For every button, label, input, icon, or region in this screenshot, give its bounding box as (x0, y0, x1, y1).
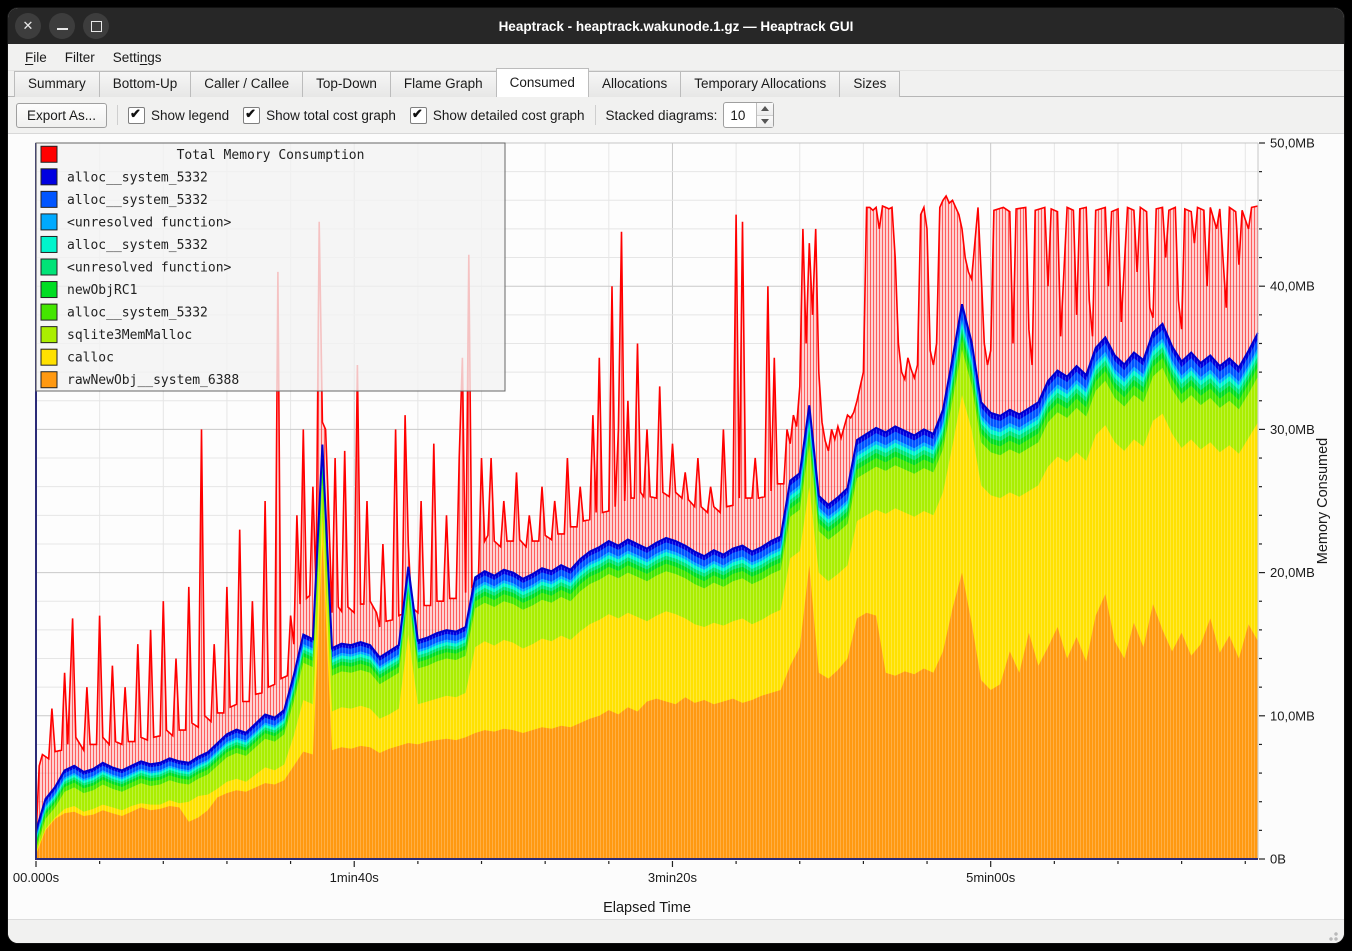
tab-sizes[interactable]: Sizes (839, 71, 900, 97)
checkbox-show-legend[interactable]: Show legend (128, 107, 229, 124)
tab-bar: SummaryBottom-UpCaller / CalleeTop-DownF… (8, 71, 1344, 97)
menu-bar: FileFilterSettings (8, 44, 1344, 71)
legend-swatch (41, 191, 57, 207)
tab-caller-callee[interactable]: Caller / Callee (190, 71, 303, 97)
y-tick-label: 0B (1270, 852, 1286, 867)
menu-item-filter[interactable]: Filter (56, 47, 104, 68)
close-icon: ✕ (23, 18, 34, 34)
legend-label: Total Memory Consumption (177, 148, 365, 163)
x-tick-label: 3min20s (648, 870, 698, 885)
legend-label: alloc__system_5332 (67, 306, 208, 321)
spin-down-button[interactable] (757, 116, 773, 128)
chevron-up-icon (761, 106, 769, 111)
legend-label: calloc (67, 351, 114, 366)
minimize-icon (57, 28, 68, 30)
tab-top-down[interactable]: Top-Down (302, 71, 391, 97)
legend-swatch (41, 372, 57, 388)
tab-bottom-up[interactable]: Bottom-Up (99, 71, 192, 97)
tab-summary[interactable]: Summary (14, 71, 100, 97)
legend-swatch (41, 236, 57, 252)
legend-swatch (41, 214, 57, 230)
tab-flame-graph[interactable]: Flame Graph (390, 71, 497, 97)
checkbox-show-detailed-cost-graph[interactable]: Show detailed cost graph (410, 107, 585, 124)
x-tick-label: 1min40s (330, 870, 380, 885)
toolbar-separator (117, 105, 118, 125)
close-button[interactable]: ✕ (15, 13, 41, 39)
tab-temporary-allocations[interactable]: Temporary Allocations (680, 71, 840, 97)
y-tick-label: 30,0MB (1270, 422, 1315, 437)
legend-label: alloc__system_5332 (67, 238, 208, 253)
legend-label: alloc__system_5332 (67, 193, 208, 208)
y-axis-title: Memory Consumed (1315, 438, 1331, 565)
toolbar-separator (595, 105, 596, 125)
consumed-chart-panel: 00.000s 1min40s 3min20s 5min00s 0B 10,0MB 20,0… (8, 133, 1344, 919)
legend-label: sqlite3MemMalloc (67, 328, 192, 343)
window-controls: ✕ (8, 13, 109, 39)
checkbox-label: Show detailed cost graph (433, 108, 585, 123)
x-tick-labels: 00.000s 1min40s 3min20s 5min00s (13, 870, 1016, 885)
status-strip (8, 919, 1344, 943)
x-tick-label: 00.000s (13, 870, 60, 885)
legend-label: rawNewObj__system_6388 (67, 373, 239, 388)
stacked-diagrams-spinbox[interactable]: 10 (723, 102, 774, 128)
legend-swatch (41, 259, 57, 275)
window-title: Heaptrack - heaptrack.wakunode.1.gz — He… (8, 19, 1344, 34)
legend-swatch (41, 146, 57, 162)
y-tick-label: 10,0MB (1270, 708, 1315, 723)
chart-legend: Total Memory Consumption alloc__system_53… (36, 143, 505, 391)
export-as-button[interactable]: Export As... (16, 103, 107, 128)
legend-label: <unresolved function> (67, 215, 232, 230)
stacked-diagrams-value: 10 (724, 103, 756, 127)
stacked-diagrams-label: Stacked diagrams: (606, 108, 718, 123)
minimize-button[interactable] (49, 13, 75, 39)
menu-item-settings[interactable]: Settings (104, 47, 171, 68)
screen: ✕ Heaptrack - heaptrack.wakunode.1.gz — … (0, 0, 1352, 951)
checkmark-icon (410, 107, 427, 124)
spin-up-button[interactable] (757, 103, 773, 116)
legend-swatch (41, 304, 57, 320)
maximize-button[interactable] (83, 13, 109, 39)
y-tick-label: 40,0MB (1270, 279, 1315, 294)
x-tick-label: 5min00s (966, 870, 1016, 885)
y-tick-label: 50,0MB (1270, 136, 1315, 151)
checkmark-icon (243, 107, 260, 124)
legend-swatch (41, 282, 57, 298)
legend-swatch (41, 349, 57, 365)
x-axis-title: Elapsed Time (603, 900, 691, 916)
legend-swatch (41, 169, 57, 185)
chevron-down-icon (761, 119, 769, 124)
y-tick-labels: 0B 10,0MB 20,0MB 30,0MB 40,0MB 50,0MB (1270, 136, 1315, 867)
legend-label: newObjRC1 (67, 283, 137, 298)
checkbox-label: Show legend (151, 108, 229, 123)
legend-label: <unresolved function> (67, 261, 232, 276)
tab-allocations[interactable]: Allocations (588, 71, 681, 97)
checkmark-icon (128, 107, 145, 124)
checkbox-label: Show total cost graph (266, 108, 396, 123)
heaptrack-window: ✕ Heaptrack - heaptrack.wakunode.1.gz — … (8, 8, 1344, 943)
checkbox-show-total-cost-graph[interactable]: Show total cost graph (243, 107, 396, 124)
legend-label: alloc__system_5332 (67, 170, 208, 185)
titlebar: ✕ Heaptrack - heaptrack.wakunode.1.gz — … (8, 8, 1344, 44)
resize-grip[interactable] (1324, 927, 1338, 941)
tab-consumed[interactable]: Consumed (496, 68, 589, 97)
legend-swatch (41, 327, 57, 343)
toolbar: Export As... Show legend Show total cost … (8, 97, 1344, 133)
memory-consumption-chart[interactable]: 00.000s 1min40s 3min20s 5min00s 0B 10,0MB 20,0… (8, 134, 1344, 919)
maximize-icon (91, 21, 102, 32)
y-tick-label: 20,0MB (1270, 565, 1315, 580)
menu-item-file[interactable]: File (16, 47, 56, 68)
